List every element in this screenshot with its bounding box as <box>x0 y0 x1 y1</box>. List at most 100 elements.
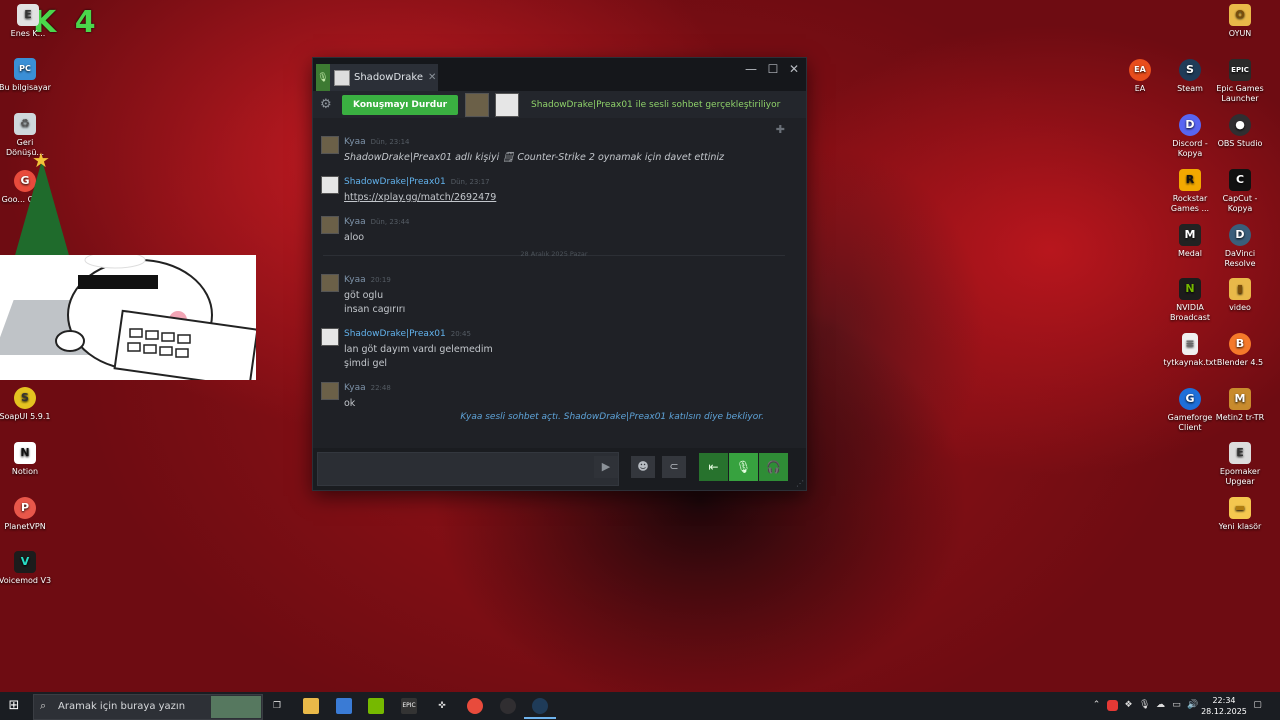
microphone-icon[interactable]: 🎙 <box>729 453 758 481</box>
leave-voice-icon[interactable]: ⇤ <box>699 453 728 481</box>
send-icon[interactable]: ▶ <box>594 456 618 478</box>
desktop-icon-video[interactable]: ▮ video <box>1212 278 1268 313</box>
call-avatar-kyaa[interactable] <box>465 92 490 117</box>
recycle-bin-icon: ♻ <box>14 113 36 135</box>
file-explorer-icon[interactable] <box>303 698 319 714</box>
message-header: Kyaa Dün, 23:14 <box>344 137 410 147</box>
desktop-icon-voicemod[interactable]: V Voicemod V3 <box>0 551 53 586</box>
clock[interactable]: 22:34 28.12.2025 <box>1201 695 1247 717</box>
windows-start-icon[interactable]: ⊞ <box>6 698 22 714</box>
desktop-icon-planetvpn[interactable]: P PlanetVPN <box>0 497 53 532</box>
taskbar-search[interactable]: ⌕ Aramak için buraya yazın <box>33 694 263 720</box>
message-username[interactable]: ShadowDrake|Preax01 <box>344 329 446 339</box>
desktop-icon-rockstar[interactable]: R Rockstar Games ... <box>1162 169 1218 214</box>
rockstar-icon: R <box>1179 169 1201 191</box>
avatar[interactable] <box>321 274 339 292</box>
desktop-icon-epomaker[interactable]: E Epomaker Upgear <box>1212 442 1268 487</box>
desktop-icon-davinci[interactable]: D DaVinci Resolve <box>1212 224 1268 269</box>
search-placeholder: Aramak için buraya yazın <box>58 701 186 712</box>
tray-app-icon[interactable]: ☁ <box>1155 700 1166 711</box>
network-icon[interactable]: ▭ <box>1171 700 1182 711</box>
taskbar-app-icon[interactable]: ✜ <box>434 698 450 714</box>
tray-app-icon[interactable]: ❖ <box>1123 700 1134 711</box>
desktop-icon-label: Notion <box>11 467 39 476</box>
attach-icon[interactable]: ⊂ <box>662 456 686 478</box>
obs-taskbar-icon[interactable] <box>500 698 516 714</box>
maximize-button[interactable]: ☐ <box>763 62 783 76</box>
tray-app-icon[interactable]: 🎙 <box>1139 700 1150 711</box>
desktop-icon-discord[interactable]: D Discord - Kopya <box>1162 114 1218 159</box>
desktop-icon-obs[interactable]: ● OBS Studio <box>1212 114 1268 149</box>
message-username[interactable]: ShadowDrake|Preax01 <box>344 177 446 187</box>
tab-close-icon[interactable]: ✕ <box>428 72 436 83</box>
nvidia-icon: N <box>1179 278 1201 300</box>
nvidia-app-icon[interactable] <box>368 698 384 714</box>
task-view-icon[interactable]: ❐ <box>269 698 285 714</box>
avatar[interactable] <box>321 216 339 234</box>
desktop-icon-notion[interactable]: N Notion <box>0 442 53 477</box>
call-status-text: ShadowDrake|Preax01 ile sesli sohbet ger… <box>531 99 781 110</box>
desktop-icon-label: SoapUI 5.9.1 <box>0 412 51 421</box>
avatar[interactable] <box>321 328 339 346</box>
desktop-icon-label: EA <box>1134 84 1146 93</box>
desktop-icon-gameforge[interactable]: G Gameforge Client <box>1162 388 1218 433</box>
chat-tab-shadowdrake[interactable]: 🎙 ShadowDrake|Pr ✕ <box>316 64 438 91</box>
volume-icon[interactable]: 🔊 <box>1187 700 1198 711</box>
avatar[interactable] <box>321 382 339 400</box>
blender-icon: B <box>1229 333 1251 355</box>
message-input[interactable] <box>317 452 619 486</box>
avatar[interactable] <box>321 176 339 194</box>
desktop-icon-metin2[interactable]: M Metin2 tr-TR <box>1212 388 1268 423</box>
ea-icon: EA <box>1129 59 1151 81</box>
avatar[interactable] <box>321 136 339 154</box>
chat-titlebar[interactable]: 🎙 ShadowDrake|Pr ✕ — ☐ ✕ <box>313 58 806 91</box>
store-icon[interactable] <box>336 698 352 714</box>
desktop-icon-ea[interactable]: EA EA <box>1112 59 1168 94</box>
message-username[interactable]: Kyaa <box>344 383 366 393</box>
tray-app-icon[interactable] <box>1107 700 1118 711</box>
tab-avatar <box>334 69 350 86</box>
resize-grip-icon[interactable]: ⋰ <box>796 479 804 488</box>
message-username[interactable]: Kyaa <box>344 275 366 285</box>
message-username[interactable]: Kyaa <box>344 217 366 227</box>
close-button[interactable]: ✕ <box>784 62 804 76</box>
stop-talking-button[interactable]: Konuşmayı Durdur <box>342 94 459 115</box>
desktop-icon-label: tytkaynak.txt <box>1163 358 1217 367</box>
computer-icon: PC <box>14 58 36 80</box>
minimize-button[interactable]: — <box>741 62 761 76</box>
message-header: Kyaa Dün, 23:44 <box>344 217 410 227</box>
desktop-icon-medal[interactable]: M Medal <box>1162 224 1218 259</box>
desktop-icon-oyun[interactable]: O OYUN <box>1212 4 1268 39</box>
epic-games-icon: EPIC <box>1229 59 1251 81</box>
add-friend-icon[interactable]: ✚ <box>776 123 785 136</box>
desktop-icon-label: Medal <box>1177 249 1203 258</box>
desktop-icon-label: Rockstar Games ... <box>1170 194 1210 213</box>
desktop-icon-blender[interactable]: B Blender 4.5 <box>1212 333 1268 368</box>
desktop-icon-tytkaynak[interactable]: ≡ tytkaynak.txt <box>1162 333 1218 368</box>
chevron-up-icon[interactable]: ⌃ <box>1091 700 1102 711</box>
desktop-icon-soapui[interactable]: S SoapUI 5.9.1 <box>0 387 53 422</box>
emoji-icon[interactable]: ☻ <box>631 456 655 478</box>
desktop-icon-enes[interactable]: E Enes K... <box>0 4 56 39</box>
message-time: Dün, 23:17 <box>450 178 490 186</box>
capcut-icon: C <box>1229 169 1251 191</box>
desktop-icon-yeni-klasor[interactable]: ▬ Yeni klasör <box>1212 497 1268 532</box>
desktop-icon-label: Blender 4.5 <box>1216 358 1264 367</box>
gear-icon[interactable]: ⚙ <box>320 97 334 112</box>
desktop-icon-nvidia-broadcast[interactable]: N NVIDIA Broadcast <box>1162 278 1218 323</box>
match-link[interactable]: https://xplay.gg/match/2692479 <box>344 192 496 203</box>
notification-icon[interactable]: ▢ <box>1252 700 1263 711</box>
desktop-icon-epic[interactable]: EPIC Epic Games Launcher <box>1212 59 1268 104</box>
steam-taskbar-icon[interactable] <box>532 698 548 714</box>
chrome-icon[interactable] <box>467 698 483 714</box>
clock-time: 22:34 <box>1212 696 1236 705</box>
epic-games-icon[interactable]: EPIC <box>401 698 417 714</box>
desktop-icon-bu-bilgisayar[interactable]: PC Bu bilgisayar <box>0 58 53 93</box>
desktop-icon-capcut[interactable]: C CapCut - Kopya <box>1212 169 1268 214</box>
desktop-icon-steam[interactable]: S Steam <box>1162 59 1218 94</box>
headphones-icon[interactable]: 🎧 <box>759 453 788 481</box>
desktop-icon-label: Enes K... <box>10 29 46 38</box>
message-username[interactable]: Kyaa <box>344 137 366 147</box>
call-avatar-shadowdrake[interactable] <box>495 92 520 117</box>
desktop-icon-label: Discord - Kopya <box>1172 139 1208 158</box>
